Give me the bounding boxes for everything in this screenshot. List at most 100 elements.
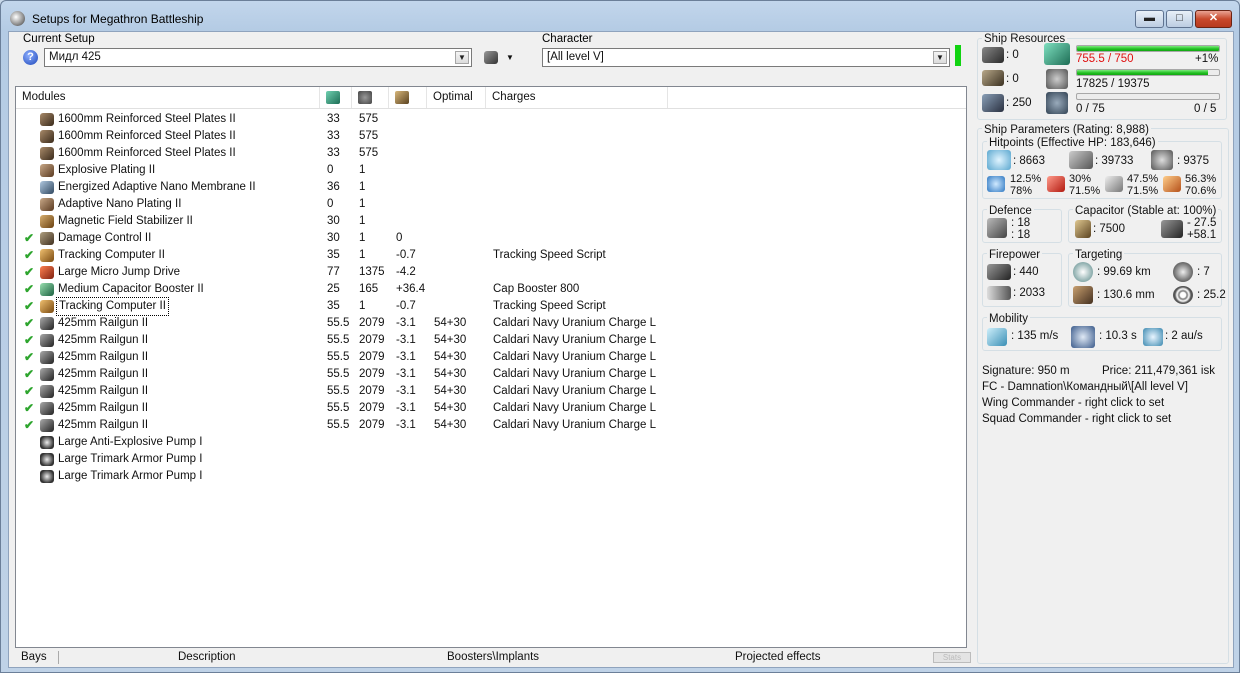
module-cpu: 0 xyxy=(327,198,334,210)
module-cpu: 30 xyxy=(327,232,340,244)
thermal-resist-icon xyxy=(1047,176,1065,192)
module-capacitor: -4.2 xyxy=(396,266,416,278)
targeting-group: Targeting : 99.69 km : 7 : 130.6 mm : 25… xyxy=(1068,249,1226,307)
mobility-group: Mobility : 135 m/s : 10.3 s : 2 au/s xyxy=(982,313,1222,351)
module-row[interactable]: ✔ 425mm Railgun II 55.5 2079 -3.1 54+30 Caldar… xyxy=(16,417,966,434)
tab-divider xyxy=(58,651,59,664)
active-check-icon[interactable]: ✔ xyxy=(24,383,34,400)
maximize-button[interactable]: □ xyxy=(1166,10,1193,28)
module-row[interactable]: Large Anti-Explosive Pump I xyxy=(16,434,966,451)
defence-value-b: : 18 xyxy=(1011,229,1031,241)
character-select[interactable]: [All level V] ▼ xyxy=(542,48,950,67)
module-charges: Caldari Navy Uranium Charge L xyxy=(493,317,656,329)
module-cpu: 55.5 xyxy=(327,419,350,431)
module-optimal: 54+30 xyxy=(434,385,467,397)
module-row[interactable]: ✔ Medium Capacitor Booster II 25 165 +36.4 Ca… xyxy=(16,281,966,298)
module-powergrid: 1 xyxy=(359,249,366,261)
header-optimal[interactable]: Optimal xyxy=(427,87,486,108)
structure-hp-value: : 9375 xyxy=(1177,155,1209,167)
module-row[interactable]: Adaptive Nano Plating II 0 1 xyxy=(16,196,966,213)
app-icon xyxy=(10,11,25,26)
active-check-icon[interactable]: ✔ xyxy=(24,298,34,315)
module-charges: Caldari Navy Uranium Charge L xyxy=(493,334,656,346)
tab-boosters-implants[interactable]: Boosters\Implants xyxy=(447,649,539,666)
railgun-icon xyxy=(40,317,54,330)
mobility-title: Mobility xyxy=(987,313,1030,325)
armor-plate-icon xyxy=(40,130,54,143)
shield-hp-value: : 8663 xyxy=(1013,155,1045,167)
tracking-computer-icon xyxy=(40,249,54,262)
header-modules[interactable]: Modules xyxy=(16,87,320,108)
max-targets-value: : 7 xyxy=(1197,266,1210,278)
module-row[interactable]: ✔ 425mm Railgun II 55.5 2079 -3.1 54+30 Caldar… xyxy=(16,315,966,332)
stats-button[interactable]: Stats xyxy=(933,652,971,663)
tools-icon[interactable] xyxy=(484,51,498,64)
capacitor-booster-icon xyxy=(40,283,54,296)
module-charges: Caldari Navy Uranium Charge L xyxy=(493,402,656,414)
title-bar[interactable]: Setups for Megathron Battleship ▬ □ ✕ xyxy=(1,1,1239,33)
active-check-icon[interactable]: ✔ xyxy=(24,366,34,383)
module-name: 425mm Railgun II xyxy=(58,368,149,380)
active-check-icon[interactable]: ✔ xyxy=(24,332,34,349)
rig-icon xyxy=(40,470,54,483)
module-name: Large Micro Jump Drive xyxy=(58,266,181,278)
header-charges[interactable]: Charges xyxy=(486,87,668,108)
module-name: Damage Control II xyxy=(58,232,152,244)
module-row[interactable]: ✔ Damage Control II 30 1 0 xyxy=(16,230,966,247)
module-row[interactable]: 1600mm Reinforced Steel Plates II 33 575 xyxy=(16,145,966,162)
module-row[interactable]: 1600mm Reinforced Steel Plates II 33 575 xyxy=(16,111,966,128)
current-setup-select[interactable]: Мидл 425 ▼ xyxy=(44,48,472,67)
armor-icon xyxy=(1069,151,1093,169)
drone-bar xyxy=(1076,93,1220,100)
help-icon[interactable]: ? xyxy=(23,50,38,65)
module-row[interactable]: 1600mm Reinforced Steel Plates II 33 575 xyxy=(16,128,966,145)
capacitor-delta-positive: +58.1 xyxy=(1187,229,1217,241)
defence-icon xyxy=(987,218,1007,238)
module-row[interactable]: Explosive Plating II 0 1 xyxy=(16,162,966,179)
module-row[interactable]: ✔ Large Micro Jump Drive 77 1375 -4.2 xyxy=(16,264,966,281)
module-powergrid: 2079 xyxy=(359,368,385,380)
tab-bays[interactable]: Bays xyxy=(21,649,47,666)
module-row[interactable]: ✔ 425mm Railgun II 55.5 2079 -3.1 54+30 Caldar… xyxy=(16,349,966,366)
wing-commander-text[interactable]: Wing Commander - right click to set xyxy=(982,397,1164,410)
cpu-bar xyxy=(1076,45,1220,52)
module-row[interactable]: Large Trimark Armor Pump I xyxy=(16,468,966,485)
module-row[interactable]: ✔ 425mm Railgun II 55.5 2079 -3.1 54+30 Caldar… xyxy=(16,366,966,383)
module-charges: Tracking Speed Script xyxy=(493,300,606,312)
module-row[interactable]: ✔ 425mm Railgun II 55.5 2079 -3.1 54+30 Caldar… xyxy=(16,383,966,400)
active-check-icon[interactable]: ✔ xyxy=(24,281,34,298)
active-check-icon[interactable]: ✔ xyxy=(24,264,34,281)
active-check-icon[interactable]: ✔ xyxy=(24,400,34,417)
module-row[interactable]: Magnetic Field Stabilizer II 30 1 xyxy=(16,213,966,230)
close-button[interactable]: ✕ xyxy=(1195,10,1232,28)
thermal-resist-bottom: 71.5% xyxy=(1069,185,1101,197)
active-check-icon[interactable]: ✔ xyxy=(24,315,34,332)
tools-dropdown-icon[interactable]: ▼ xyxy=(506,53,514,62)
module-row[interactable]: ✔ Tracking Computer II 35 1 -0.7 Tracking Spe… xyxy=(16,297,966,316)
explosive-resist-bottom: 70.6% xyxy=(1185,185,1217,197)
module-capacitor: +36.4 xyxy=(396,283,426,295)
module-row[interactable]: ✔ 425mm Railgun II 55.5 2079 -3.1 54+30 Caldar… xyxy=(16,332,966,349)
header-cpu[interactable] xyxy=(320,87,352,108)
fleet-commander-text[interactable]: FC - Damnation\Командный\[All level V] xyxy=(982,381,1188,394)
active-check-icon[interactable]: ✔ xyxy=(24,230,34,247)
tab-description[interactable]: Description xyxy=(178,649,236,666)
drone-bandwidth-text: 0 / 75 xyxy=(1076,103,1105,115)
module-row[interactable]: ✔ Tracking Computer II 35 1 -0.7 Tracking Spe… xyxy=(16,247,966,264)
minimize-button[interactable]: ▬ xyxy=(1135,10,1164,28)
module-name: Tracking Computer II xyxy=(58,249,165,261)
squad-commander-text[interactable]: Squad Commander - right click to set xyxy=(982,413,1171,426)
active-check-icon[interactable]: ✔ xyxy=(24,349,34,366)
module-cpu: 77 xyxy=(327,266,340,278)
module-row[interactable]: Large Trimark Armor Pump I xyxy=(16,451,966,468)
header-capacitor[interactable] xyxy=(389,87,427,108)
active-check-icon[interactable]: ✔ xyxy=(24,247,34,264)
module-row[interactable]: Energized Adaptive Nano Membrane II 36 1 xyxy=(16,179,966,196)
header-powergrid[interactable] xyxy=(352,87,389,108)
active-check-icon[interactable]: ✔ xyxy=(24,417,34,434)
tab-projected-effects[interactable]: Projected effects xyxy=(735,649,820,666)
modules-list[interactable]: Modules Optimal Charges 1600mm Reinforce… xyxy=(15,86,967,648)
firepower-title: Firepower xyxy=(987,249,1043,261)
module-capacitor: -3.1 xyxy=(396,351,416,363)
module-row[interactable]: ✔ 425mm Railgun II 55.5 2079 -3.1 54+30 Caldar… xyxy=(16,400,966,417)
